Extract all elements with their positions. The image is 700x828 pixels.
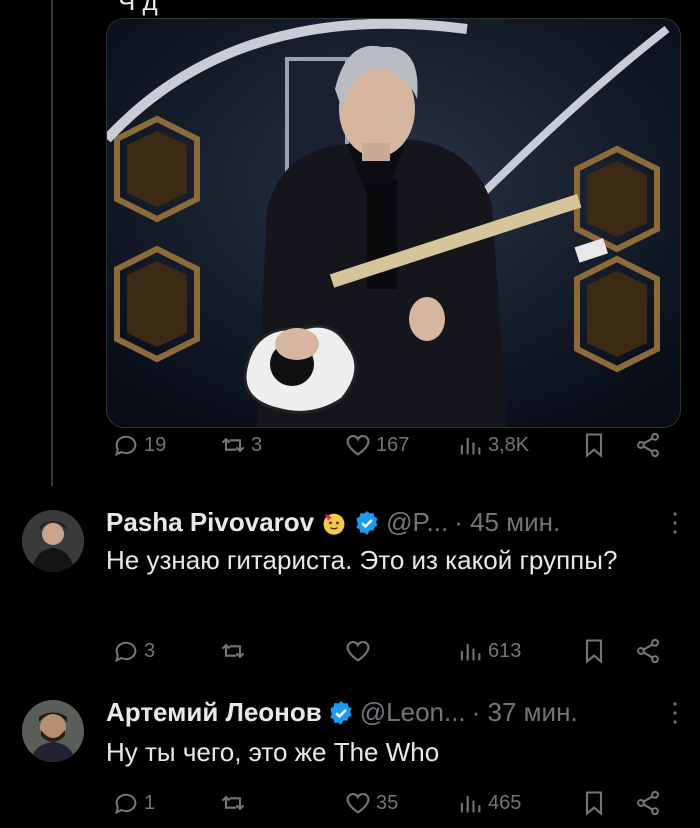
reply-icon (115, 641, 137, 663)
reply-header: Артемий Леонов @Leon... · 37 мин. (106, 697, 578, 728)
username[interactable]: Артемий Леонов (106, 697, 322, 728)
like-button[interactable]: 35 (344, 786, 398, 820)
like-count: 167 (376, 433, 410, 456)
post-media-image[interactable] (106, 18, 681, 428)
more-options-icon[interactable]: ⋮ (662, 697, 688, 728)
share-button[interactable] (634, 786, 662, 820)
bookmark-icon (585, 791, 603, 816)
like-button[interactable] (344, 634, 372, 668)
like-button[interactable]: 167 (344, 428, 409, 462)
bookmark-icon (585, 639, 603, 664)
repost-icon (221, 437, 245, 453)
handle[interactable]: @Leon... (360, 697, 466, 728)
reply-text: Ну ты чего, это же The Who (106, 737, 440, 767)
repost-button[interactable]: 3 (219, 428, 262, 462)
reply-count: 3 (144, 639, 156, 662)
avatar-photo (22, 510, 84, 572)
timestamp[interactable]: · 37 мин. (472, 697, 578, 728)
share-button[interactable] (634, 428, 662, 462)
views-icon (460, 644, 481, 661)
bookmark-button[interactable] (580, 428, 608, 462)
reply-button[interactable]: 19 (112, 428, 166, 462)
bookmark-button[interactable] (580, 786, 608, 820)
reply-header: Pasha Pivovarov @P... · 45 мин. (106, 507, 560, 538)
more-options-icon[interactable]: ⋮ (662, 507, 688, 538)
views-button[interactable]: 613 (456, 634, 521, 668)
views-icon (460, 438, 481, 455)
thread-line (51, 0, 53, 486)
guitarist-photo (107, 19, 680, 427)
repost-count: 3 (251, 433, 263, 456)
reply-count: 1 (144, 791, 156, 814)
bookmark-icon (585, 433, 603, 458)
reply-action-bar: 1 35 465 (106, 786, 680, 820)
share-icon (637, 790, 659, 816)
reply-button[interactable]: 3 (112, 634, 155, 668)
avatar-photo (22, 700, 84, 762)
like-count: 35 (376, 791, 399, 814)
reply-action-bar: 3 613 (106, 634, 680, 668)
clipped-post-text: Ч д (118, 0, 158, 16)
heart-icon (346, 640, 370, 662)
repost-button[interactable] (219, 634, 247, 668)
post-action-bar: 19 3 167 3,8K (106, 428, 680, 462)
share-icon (637, 432, 659, 458)
avatar[interactable] (22, 510, 84, 572)
views-count: 613 (488, 639, 522, 662)
reply-icon (115, 793, 137, 815)
username[interactable]: Pasha Pivovarov (106, 507, 314, 538)
repost-icon (221, 643, 245, 659)
timestamp[interactable]: · 45 мин. (454, 507, 560, 538)
heart-icon (346, 434, 370, 456)
views-button[interactable]: 3,8K (456, 428, 529, 462)
repost-icon (221, 795, 245, 811)
repost-button[interactable] (219, 786, 247, 820)
bookmark-button[interactable] (580, 634, 608, 668)
reply-count: 19 (144, 433, 167, 456)
verified-badge-icon (356, 510, 378, 535)
views-button[interactable]: 465 (456, 786, 521, 820)
share-button[interactable] (634, 634, 662, 668)
reply-icon (115, 435, 137, 457)
views-count: 465 (488, 791, 522, 814)
reply-button[interactable]: 1 (112, 786, 155, 820)
avatar[interactable] (22, 700, 84, 762)
share-icon (637, 638, 659, 664)
heart-icon (346, 792, 370, 814)
reply-text: Не узнаю гитариста. Это из какой группы? (106, 545, 618, 575)
handle[interactable]: @P... (386, 507, 448, 538)
views-icon (460, 796, 481, 813)
views-count: 3,8K (488, 433, 530, 456)
verified-badge-icon (330, 700, 352, 725)
party-face-icon (323, 513, 345, 535)
